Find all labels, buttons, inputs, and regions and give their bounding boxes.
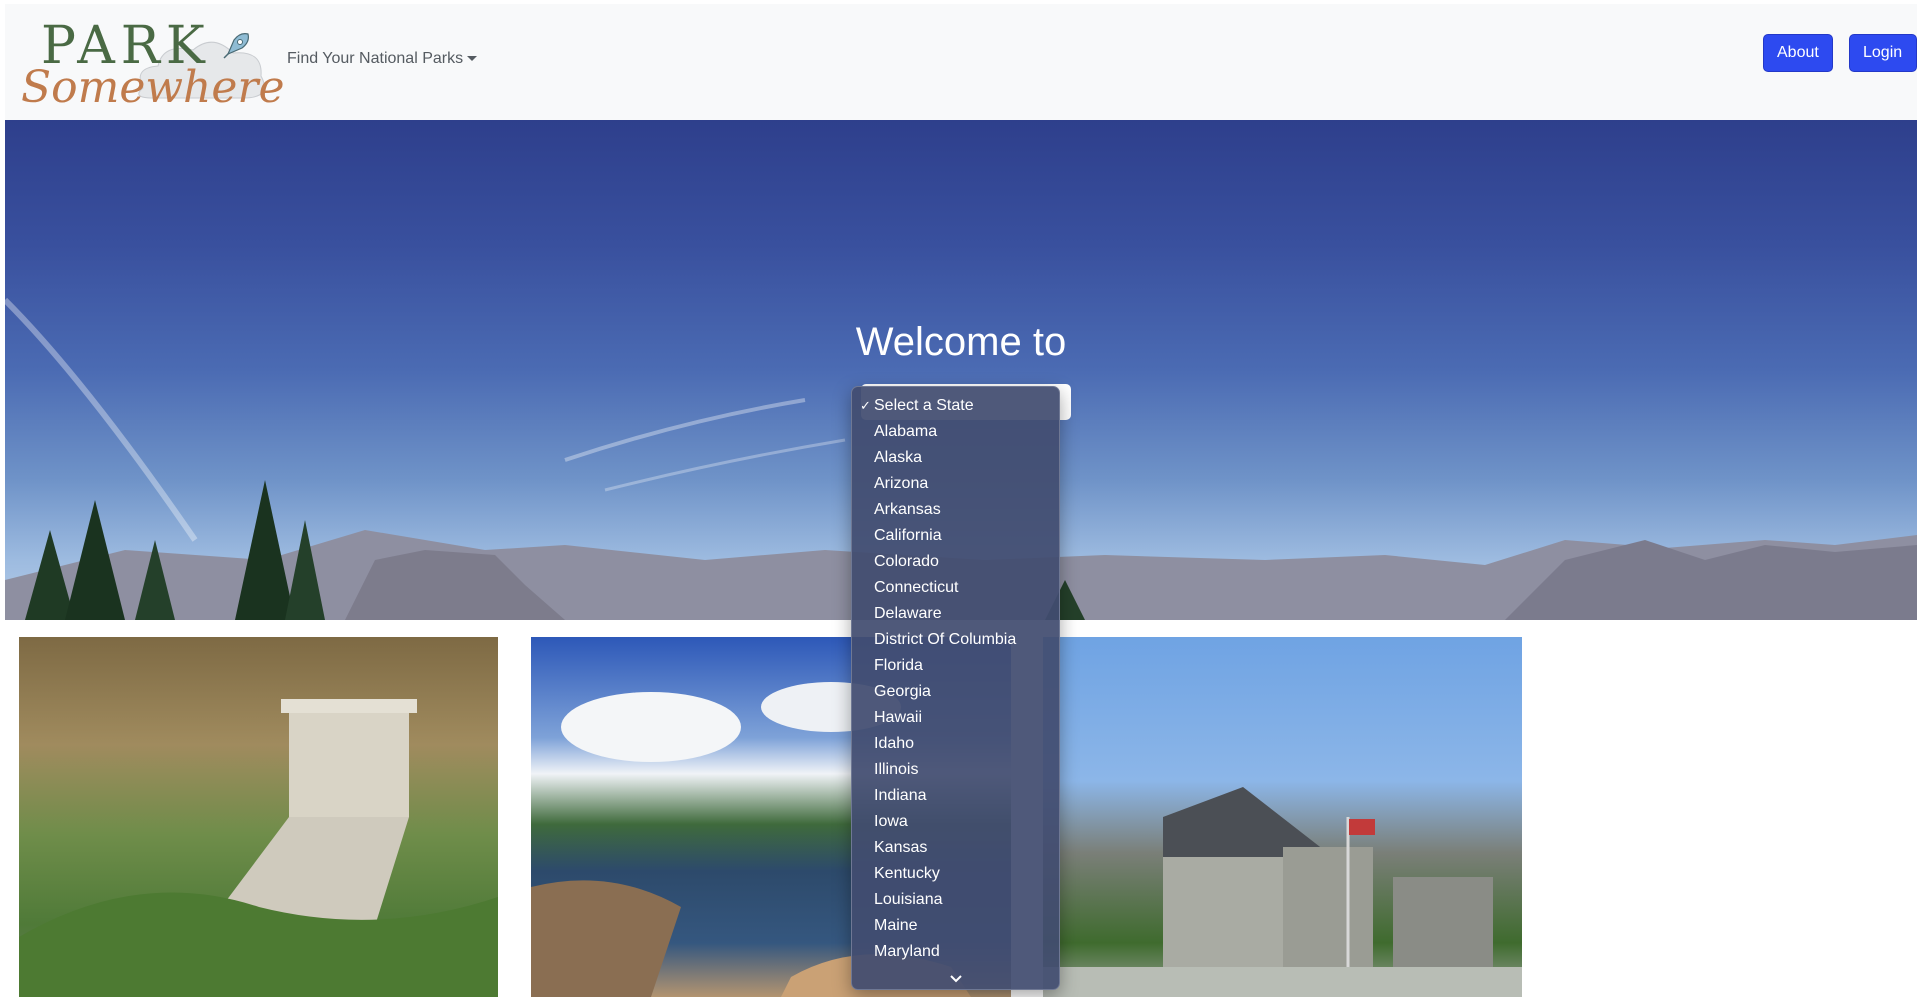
logo-somewhere-text: Somewhere — [21, 62, 285, 113]
park-card-image-memorial[interactable] — [19, 637, 498, 997]
chevron-down-icon[interactable] — [852, 971, 1059, 985]
state-option[interactable]: Maine — [852, 913, 1059, 939]
state-option[interactable]: Kentucky — [852, 861, 1059, 887]
state-option[interactable]: Iowa — [852, 809, 1059, 835]
about-button[interactable]: About — [1763, 34, 1833, 72]
state-option[interactable]: Arkansas — [852, 497, 1059, 523]
state-option[interactable]: California — [852, 523, 1059, 549]
state-option-label: Idaho — [874, 735, 915, 752]
state-option[interactable]: Illinois — [852, 757, 1059, 783]
state-option-label: Arkansas — [874, 501, 941, 518]
state-option[interactable]: Hawaii — [852, 705, 1059, 731]
state-option[interactable]: Alaska — [852, 445, 1059, 471]
state-option-label: Delaware — [874, 605, 942, 622]
state-option[interactable]: Georgia — [852, 679, 1059, 705]
welcome-title: Welcome to — [855, 320, 1067, 364]
checkmark-icon: ✓ — [860, 398, 871, 413]
state-option-label: Colorado — [874, 553, 939, 570]
state-option[interactable]: Kansas — [852, 835, 1059, 861]
find-parks-dropdown[interactable]: Find Your National Parks — [287, 50, 478, 68]
state-option-label: District Of Columbia — [874, 631, 1017, 648]
state-options-list[interactable]: ✓ Select a State Alabama Alaska Arizona A… — [851, 386, 1060, 990]
page: PARK Somewhere Find Your National Parks … — [0, 0, 1917, 997]
rocket-icon — [223, 33, 249, 59]
state-option-label: California — [874, 527, 942, 544]
state-option-label: Alaska — [874, 449, 923, 466]
state-option-label: Select a State — [874, 397, 974, 414]
state-option[interactable]: Indiana — [852, 783, 1059, 809]
state-option-label: Kansas — [874, 839, 928, 856]
state-option[interactable]: Arizona — [852, 471, 1059, 497]
state-option-label: Hawaii — [874, 709, 923, 726]
state-option-label: Louisiana — [874, 891, 943, 908]
state-option[interactable]: Maryland — [852, 939, 1059, 965]
state-option-label: Connecticut — [874, 579, 959, 596]
caret-down-icon — [467, 56, 478, 62]
memorial-image — [19, 699, 498, 997]
state-option[interactable]: Idaho — [852, 731, 1059, 757]
state-option-label: Arizona — [874, 475, 929, 492]
login-button[interactable]: Login — [1849, 34, 1917, 72]
navbar: PARK Somewhere Find Your National Parks … — [5, 4, 1917, 120]
state-option[interactable]: District Of Columbia — [852, 627, 1059, 653]
state-option[interactable]: Florida — [852, 653, 1059, 679]
state-option-label: Indiana — [874, 787, 927, 804]
state-option[interactable]: Delaware — [852, 601, 1059, 627]
state-option[interactable]: ✓ Select a State — [852, 393, 1059, 419]
state-option[interactable]: Connecticut — [852, 575, 1059, 601]
state-option-label: Kentucky — [874, 865, 940, 882]
state-option[interactable]: Louisiana — [852, 887, 1059, 913]
state-option[interactable]: Alabama — [852, 419, 1059, 445]
state-option-label: Iowa — [874, 813, 908, 830]
state-option-label: Florida — [874, 657, 923, 674]
state-option-label: Maine — [874, 917, 918, 934]
find-parks-label: Find Your National Parks — [287, 50, 464, 67]
logo[interactable]: PARK Somewhere — [13, 12, 285, 113]
state-option-label: Maryland — [874, 943, 940, 960]
state-option-label: Illinois — [874, 761, 919, 778]
state-option-label: Georgia — [874, 683, 931, 700]
state-option[interactable]: Colorado — [852, 549, 1059, 575]
state-option-label: Alabama — [874, 423, 938, 440]
park-card-image-house[interactable] — [1043, 637, 1522, 997]
house-image — [1043, 787, 1522, 997]
